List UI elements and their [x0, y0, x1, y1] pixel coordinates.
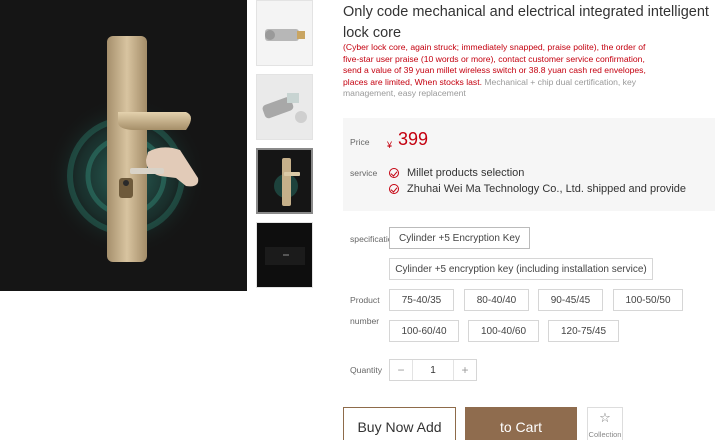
quantity-label: Quantity	[350, 365, 383, 375]
collection-button[interactable]: ☆ Collection	[587, 407, 623, 440]
product-number-option[interactable]: 120-75/45	[548, 320, 619, 342]
product-number-option[interactable]: 90-45/45	[538, 289, 603, 311]
product-number-label-line2: number	[350, 316, 380, 326]
service-item-1: Millet products selection	[389, 166, 524, 180]
product-subtitle: (Cyber lock core, again struck; immediat…	[343, 42, 663, 100]
service-item-text: Millet products selection	[407, 167, 525, 179]
service-item-text: Zhuhai Wei Ma Technology Co., Ltd. shipp…	[407, 183, 687, 195]
thumbnail-3[interactable]	[256, 148, 313, 214]
buy-now-button[interactable]: Buy Now Add	[343, 407, 456, 440]
dark-device-thumbnail	[257, 223, 312, 287]
add-to-cart-button[interactable]: to Cart	[465, 407, 577, 440]
price-label: Price	[350, 137, 370, 147]
product-number-option[interactable]: 100-50/50	[613, 289, 683, 311]
quantity-value[interactable]: 1	[412, 360, 454, 380]
quantity-increase-button[interactable]: +	[454, 360, 476, 380]
spec-option-1[interactable]: Cylinder +5 Encryption Key	[389, 227, 530, 249]
door-lock-thumbnail	[258, 150, 311, 212]
star-icon: ☆	[599, 410, 611, 425]
main-product-image	[0, 0, 247, 291]
product-number-option[interactable]: 100-40/60	[468, 320, 539, 342]
service-label: service	[350, 168, 378, 178]
quantity-decrease-button[interactable]: −	[390, 360, 412, 380]
lock-illustration	[0, 0, 247, 291]
service-item-2: Zhuhai Wei Ma Technology Co., Ltd. shipp…	[389, 182, 686, 196]
product-number-option[interactable]: 75-40/35	[389, 289, 454, 311]
price-value: 399	[398, 129, 429, 149]
lock-cylinder-thumbnail	[257, 1, 312, 65]
check-circle-icon	[389, 184, 399, 194]
collection-label: Collection	[588, 430, 622, 439]
thumbnail-4[interactable]	[256, 222, 313, 288]
thumbnail-1[interactable]	[256, 0, 313, 66]
product-number-option[interactable]: 80-40/40	[464, 289, 529, 311]
product-number-option[interactable]: 100-60/40	[389, 320, 459, 342]
lock-cylinder-closeup-thumbnail	[257, 75, 312, 139]
thumbnail-2[interactable]	[256, 74, 313, 140]
check-circle-icon	[389, 168, 399, 178]
product-title: Only code mechanical and electrical inte…	[343, 4, 709, 41]
price-currency: ¥	[387, 140, 393, 150]
spec-option-2[interactable]: Cylinder +5 encryption key (including in…	[389, 258, 653, 280]
product-number-label-line1: Product	[350, 295, 380, 305]
quantity-stepper: − 1 +	[389, 359, 477, 381]
